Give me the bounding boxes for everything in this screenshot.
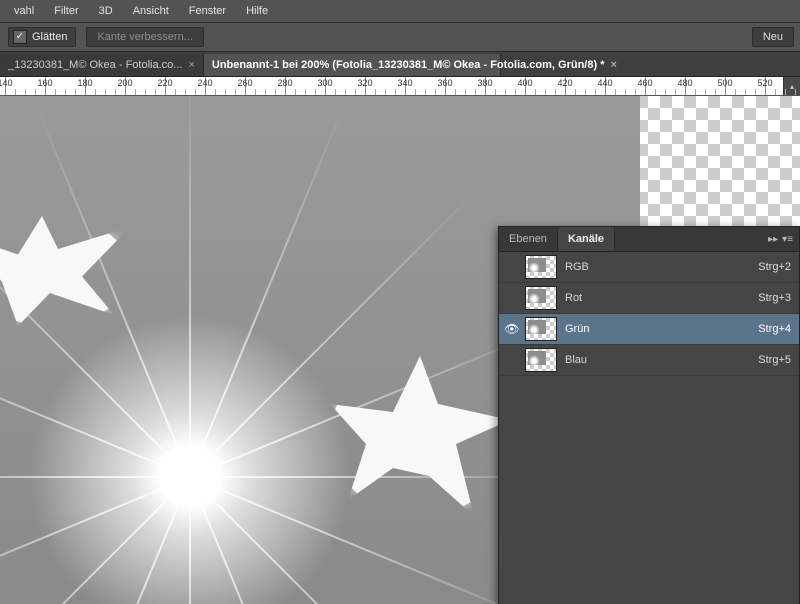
ruler-tick-label: 400 [517, 78, 532, 88]
channel-row[interactable]: Rot Strg+3 [499, 283, 799, 314]
channel-shortcut: Strg+5 [758, 354, 791, 366]
ruler-tick-label: 520 [757, 78, 772, 88]
options-bar: ✓ Glätten Kante verbessern... Neu [0, 23, 800, 52]
ruler-tick-label: 460 [637, 78, 652, 88]
canvas[interactable]: Ebenen Kanäle ▸▸ ▾≡ RGB Strg+2 Rot Strg+3 👁 G… [0, 96, 800, 604]
document-tab-label: Unbenannt-1 bei 200% (Fotolia_13230381_M… [212, 59, 605, 71]
document-tab-bar: _13230381_M© Okea - Fotolia.co... × Unbe… [0, 52, 800, 77]
channel-shortcut: Strg+2 [758, 261, 791, 273]
ruler-tick-label: 360 [437, 78, 452, 88]
channel-name: Rot [565, 292, 582, 304]
ruler-tick-label: 280 [277, 78, 292, 88]
channel-name: Blau [565, 354, 587, 366]
refine-edge-button[interactable]: Kante verbessern... [86, 27, 203, 47]
channels-panel: Ebenen Kanäle ▸▸ ▾≡ RGB Strg+2 Rot Strg+3 👁 G… [498, 226, 800, 604]
anti-alias-checkbox[interactable]: ✓ Glätten [8, 27, 76, 47]
tab-channels[interactable]: Kanäle [558, 227, 615, 251]
ruler-tick-label: 500 [717, 78, 732, 88]
panel-menu-icon[interactable]: ▾≡ [782, 234, 793, 245]
ruler-tick-label: 440 [597, 78, 612, 88]
ruler-tick-label: 200 [117, 78, 132, 88]
channel-thumbnail [525, 286, 557, 310]
close-icon[interactable]: × [188, 59, 194, 71]
channel-thumbnail [525, 317, 557, 341]
ruler-tick-label: 300 [317, 78, 332, 88]
ruler-tick-label: 340 [397, 78, 412, 88]
ruler-tick-label: 140 [0, 78, 13, 88]
channel-row[interactable]: RGB Strg+2 [499, 252, 799, 283]
new-button[interactable]: Neu [752, 27, 794, 47]
document-tab-label: _13230381_M© Okea - Fotolia.co... [8, 59, 182, 71]
ruler-tick-label: 240 [197, 78, 212, 88]
collapse-icon[interactable]: ▸▸ [768, 234, 778, 245]
image-content [0, 216, 130, 326]
close-icon[interactable]: × [610, 59, 616, 71]
menu-bar: vahl Filter 3D Ansicht Fenster Hilfe [0, 0, 800, 23]
anti-alias-label: Glätten [32, 31, 67, 43]
channel-thumbnail [525, 255, 557, 279]
horizontal-ruler: ▴ 14016018020022024026028030032034036038… [0, 77, 800, 96]
ruler-tick-label: 220 [157, 78, 172, 88]
visibility-eye-icon[interactable]: 👁 [503, 322, 521, 336]
channel-thumbnail [525, 348, 557, 372]
panel-empty-area [499, 376, 799, 604]
ruler-tick-label: 380 [477, 78, 492, 88]
ruler-tick-label: 420 [557, 78, 572, 88]
tab-layers[interactable]: Ebenen [499, 227, 558, 251]
channel-list: RGB Strg+2 Rot Strg+3 👁 Grün Strg+4 Blau Strg+5 [499, 252, 799, 376]
image-content [330, 356, 510, 516]
channel-row[interactable]: 👁 Grün Strg+4 [499, 314, 799, 345]
menu-item[interactable]: Fenster [179, 0, 236, 22]
menu-item[interactable]: 3D [89, 0, 123, 22]
channel-name: Grün [565, 323, 589, 335]
document-tab-active[interactable]: Unbenannt-1 bei 200% (Fotolia_13230381_M… [204, 54, 501, 76]
check-icon: ✓ [13, 30, 27, 44]
ruler-tick-label: 320 [357, 78, 372, 88]
menu-item[interactable]: Hilfe [236, 0, 278, 22]
channel-shortcut: Strg+3 [758, 292, 791, 304]
panel-tab-bar: Ebenen Kanäle ▸▸ ▾≡ [499, 227, 799, 252]
menu-item[interactable]: Filter [44, 0, 88, 22]
menu-item[interactable]: vahl [4, 0, 44, 22]
ruler-tick-label: 180 [77, 78, 92, 88]
ruler-tick-label: 480 [677, 78, 692, 88]
channel-name: RGB [565, 261, 589, 273]
channel-shortcut: Strg+4 [758, 323, 791, 335]
channel-row[interactable]: Blau Strg+5 [499, 345, 799, 376]
ruler-tick-label: 160 [37, 78, 52, 88]
menu-item[interactable]: Ansicht [123, 0, 179, 22]
document-tab[interactable]: _13230381_M© Okea - Fotolia.co... × [0, 54, 204, 76]
ruler-tick-label: 260 [237, 78, 252, 88]
